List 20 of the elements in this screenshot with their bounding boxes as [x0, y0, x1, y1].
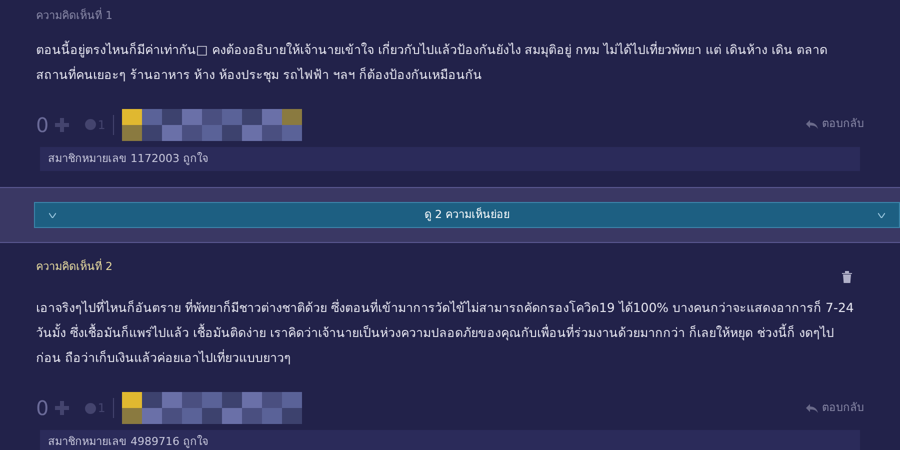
reply-arrow-icon: [806, 120, 818, 129]
reply-arrow-icon: [806, 404, 818, 412]
trash-icon[interactable]: [842, 271, 852, 283]
plus-icon[interactable]: [54, 118, 69, 132]
sub-replies-button[interactable]: ดู 2 ความเห็นย่อย: [34, 202, 900, 228]
emotion-icon[interactable]: [84, 402, 96, 414]
comment-text: เอาจริงๆไปที่ไหนก็อันตราย ที่พัทยาก็มีชาวต่างชาติด้วย ซึ่งตอนที่เข้ามาการวัดไข้ไม่สามารถคัดกรองโควิด19 ได้100% บางคนกว่าจะแสดงอาการก็ 7-24 วันมั้ง ซึ่งเชื้อมันก็แพร่ไปแล้ว เชื้อมันติดง่าย เราคิดว่าเจ้านายเป็นห่วงความปลอดภัยของคุณกับเพื่อนที่ร่วมงานด้วยมากกว่า ก็เลยให้หยุด ช่วงนี้ก็ งดๆไปก่อน ถือว่าเก็บเงินแล้วค่อยเอาไปเที่ยวแบบยาวๆ: [36, 298, 855, 367]
likes-bar: สมาชิกหมายเลข 1172003 ถูกใจ: [40, 146, 860, 171]
plus-icon[interactable]: [54, 401, 69, 415]
emotion-icon[interactable]: [84, 119, 96, 130]
comment-number: ความคิดเห็นที่ 2: [36, 258, 112, 275]
comment-number: ความคิดเห็นที่ 1: [36, 8, 112, 24]
reply-button[interactable]: ตอบกลับ: [806, 116, 864, 133]
chevron-down-icon: [878, 212, 885, 218]
chevron-down-icon: [49, 212, 56, 218]
likes-bar: สมาชิกหมายเลข 4989716 ถูกใจ: [40, 430, 860, 450]
vote-count: 0: [36, 395, 49, 422]
vote-count: 0: [36, 112, 49, 138]
comment-text: ตอนนี้อยู่ตรงไหนก็มีค่าเท่ากัน□ คงต้องอธิบายให้เจ้านายเข้าใจ เกี่ยวกับไปแล้วป้องกันยังไง สมมุติอยู่ กทม ไม่ได้ไปเที่ยวพัทยา แต่ เดินห้าง เดิน ตลาด สถานที่คนเยอะๆ ร้านอาหาร ห้าง ห้องประชุม รถไฟฟ้า ฯลฯ ก็ต้องป้องกันเหมือนกัน: [36, 40, 829, 84]
reply-button[interactable]: ตอบกลับ: [806, 400, 864, 416]
